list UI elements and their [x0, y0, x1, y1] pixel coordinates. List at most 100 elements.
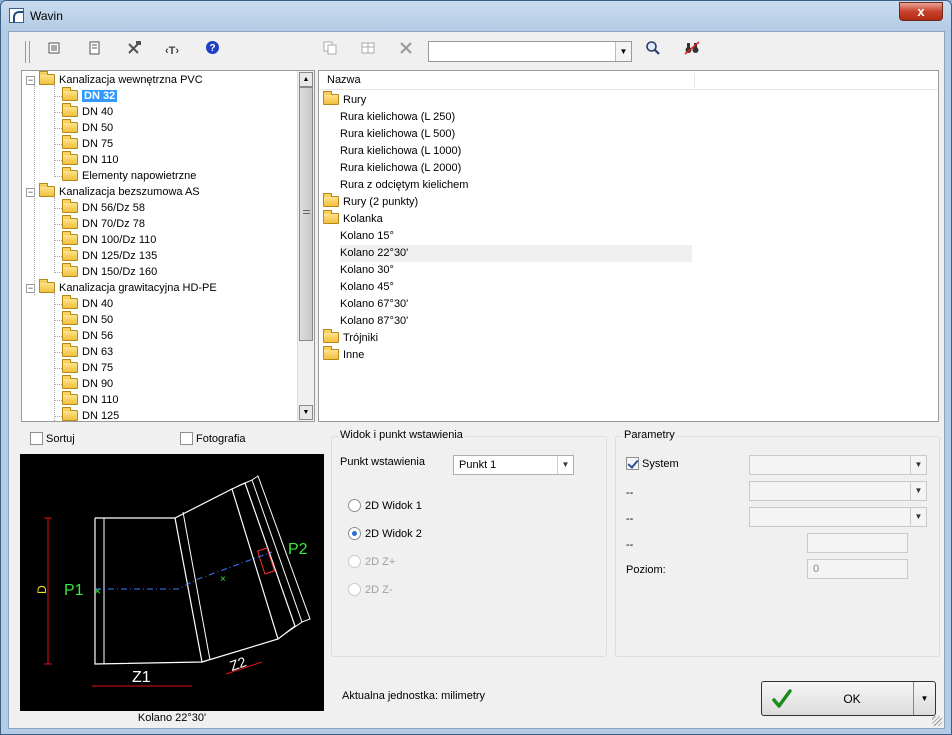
copy-icon[interactable] — [319, 40, 341, 62]
list-folder[interactable]: Kolanka — [323, 210, 383, 228]
insert-point-select[interactable]: Punkt 1 ▼ — [453, 455, 574, 475]
scroll-down-icon[interactable]: ▼ — [299, 405, 313, 420]
search-combobox[interactable]: ▼ — [428, 41, 632, 62]
list-item[interactable]: Kolano 67°30' — [340, 296, 408, 313]
system-option[interactable]: System — [626, 457, 679, 470]
list-item[interactable]: Rura kielichowa (L 2000) — [340, 160, 461, 177]
system-select[interactable]: ▼ — [749, 455, 927, 475]
tree-item[interactable]: DN 40 — [62, 295, 113, 312]
list-item[interactable]: Rura z odciętym kielichem — [340, 177, 468, 194]
tree-item-label: DN 100/Dz 110 — [82, 234, 157, 246]
delete-icon[interactable] — [395, 40, 417, 62]
list-item[interactable]: Rura kielichowa (L 1000) — [340, 143, 461, 160]
chevron-down-icon[interactable]: ▼ — [910, 482, 926, 500]
tree-item[interactable]: DN 70/Dz 78 — [62, 215, 145, 232]
list-item[interactable]: Kolano 30° — [340, 262, 394, 279]
folder-icon — [62, 359, 78, 373]
list-folder[interactable]: Trójniki — [323, 329, 378, 347]
photo-checkbox[interactable] — [180, 432, 193, 445]
param2-select[interactable]: ▼ — [749, 481, 927, 501]
binoculars-icon[interactable] — [681, 40, 703, 62]
tree-item[interactable]: DN 32 — [62, 87, 118, 104]
list-item[interactable]: Kolano 45° — [340, 279, 394, 296]
tree-item[interactable]: DN 75 — [62, 135, 113, 152]
tree-item[interactable]: DN 56/Dz 58 — [62, 199, 145, 216]
folder-icon — [62, 247, 78, 261]
table-icon[interactable] — [357, 40, 379, 62]
right-toolbar — [319, 40, 419, 62]
list-folder[interactable]: Inne — [323, 346, 365, 364]
sort-checkbox[interactable] — [30, 432, 43, 445]
tree-item[interactable]: DN 40 — [62, 103, 113, 120]
tree-item[interactable]: DN 50 — [62, 119, 114, 136]
title-bar[interactable]: Wavin x — [1, 1, 951, 31]
tree-scrollbar[interactable]: ▲ ▼ — [297, 71, 314, 421]
search-icon[interactable] — [642, 40, 664, 62]
text-tag-icon[interactable]: ‹T› — [161, 40, 183, 62]
radio-label: 2D Z- — [365, 584, 393, 596]
folder-icon — [323, 91, 339, 105]
properties-icon[interactable] — [43, 40, 65, 62]
ok-button[interactable]: OK ▼ — [761, 681, 936, 716]
tree-item[interactable]: DN 63 — [62, 343, 113, 360]
help-icon[interactable]: ? — [201, 40, 223, 62]
list-item[interactable]: Kolano 15° — [340, 228, 394, 245]
ok-label: OK — [843, 692, 861, 706]
document-icon[interactable] — [83, 40, 105, 62]
tools-icon[interactable] — [123, 40, 145, 62]
tree-item-label: Elementy napowietrzne — [82, 170, 197, 182]
level-input[interactable]: 0 — [807, 559, 908, 579]
radio-button[interactable] — [348, 499, 361, 512]
tree-item-label: DN 110 — [82, 154, 119, 166]
checkmark-icon — [772, 689, 792, 708]
radio-button[interactable] — [348, 527, 361, 540]
chevron-down-icon[interactable]: ▼ — [910, 508, 926, 526]
toolbar-grip[interactable] — [25, 41, 30, 63]
tree-item[interactable]: DN 50 — [62, 311, 113, 328]
element-list[interactable]: Nazwa Rury Rura kielichowa (L 250) Rura ki… — [318, 70, 939, 422]
tree-item-label: DN 56 — [82, 330, 114, 342]
list-folder[interactable]: Rury (2 punkty) — [323, 193, 418, 211]
tree-item-label: DN 56/Dz 58 — [82, 202, 145, 214]
system-checkbox[interactable] — [626, 457, 639, 470]
list-item[interactable]: Rura kielichowa (L 250) — [340, 109, 455, 126]
tree-item[interactable]: DN 75 — [62, 359, 113, 376]
view-radio-option[interactable]: 2D Widok 1 — [348, 499, 422, 512]
chevron-down-icon[interactable]: ▼ — [910, 456, 926, 474]
list-item[interactable]: Kolano 87°30' — [340, 313, 408, 330]
tree-item[interactable]: DN 125/Dz 135 — [62, 247, 157, 264]
scroll-thumb[interactable] — [299, 87, 313, 341]
photo-option[interactable]: Fotografia — [180, 432, 246, 445]
resize-grip-icon[interactable] — [932, 716, 942, 726]
chevron-down-icon[interactable]: ▼ — [557, 456, 573, 474]
list-item[interactable]: Rura kielichowa (L 500) — [340, 126, 455, 143]
tree-item[interactable]: DN 150/Dz 160 — [62, 263, 157, 280]
list-item-label: Inne — [343, 349, 365, 361]
sort-option[interactable]: Sortuj — [30, 432, 75, 445]
tree-group[interactable]: − Kanalizacja wewnętrzna PVC — [26, 71, 203, 88]
tree-item[interactable]: DN 56 — [62, 327, 114, 344]
close-button[interactable]: x — [899, 2, 943, 21]
folder-icon — [62, 135, 78, 149]
column-header-name[interactable]: Nazwa — [327, 74, 361, 86]
collapse-icon[interactable]: − — [26, 76, 35, 85]
param4-input[interactable] — [807, 533, 908, 553]
list-folder[interactable]: Rury — [323, 91, 366, 109]
category-tree[interactable]: − Kanalizacja wewnętrzna PVC DN 32 DN 40 DN … — [21, 70, 315, 422]
list-item-label: Kolano 15° — [340, 230, 394, 242]
tree-item[interactable]: DN 110 — [62, 391, 118, 408]
chevron-down-icon[interactable]: ▼ — [615, 42, 631, 61]
scroll-up-icon[interactable]: ▲ — [299, 72, 313, 87]
tree-item[interactable]: DN 110 — [62, 151, 119, 168]
tree-item[interactable]: Elementy napowietrzne — [62, 167, 197, 184]
radio-label: 2D Z+ — [365, 556, 396, 568]
list-item[interactable]: Kolano 22°30' — [340, 245, 692, 262]
tree-item[interactable]: DN 100/Dz 110 — [62, 231, 157, 248]
ok-dropdown-icon[interactable]: ▼ — [913, 682, 935, 715]
tree-item[interactable]: DN 125 — [62, 407, 119, 421]
tree-item-label: DN 50 — [82, 122, 114, 134]
view-radio-option[interactable]: 2D Widok 2 — [348, 527, 422, 540]
param3-select[interactable]: ▼ — [749, 507, 927, 527]
tree-group[interactable]: − Kanalizacja bezszumowa AS — [26, 183, 200, 200]
tree-item[interactable]: DN 90 — [62, 375, 113, 392]
